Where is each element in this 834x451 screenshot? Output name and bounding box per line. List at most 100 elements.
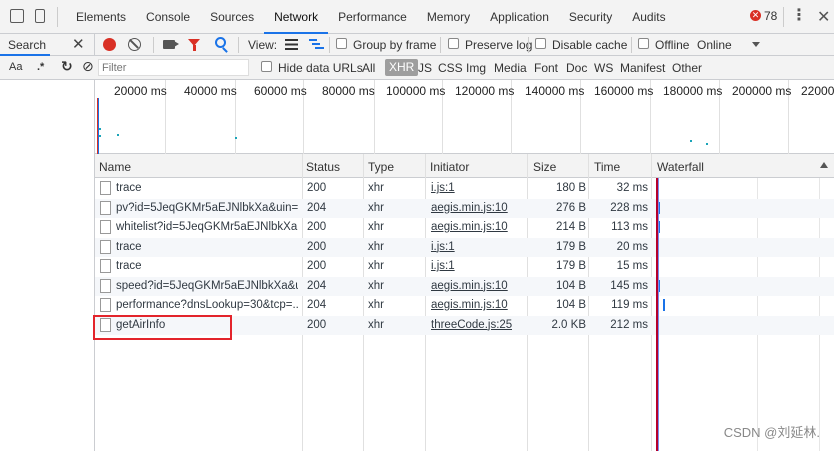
column-header-name[interactable]: Name — [99, 160, 131, 174]
match-case-button[interactable]: Aa — [9, 61, 22, 73]
request-dot — [690, 140, 692, 142]
sort-ascending-icon[interactable] — [820, 162, 828, 168]
disable-cache-checkbox[interactable] — [535, 38, 546, 49]
request-type: xhr — [368, 260, 384, 272]
request-type: xhr — [368, 240, 384, 253]
search-tab[interactable]: Search ✕ — [0, 34, 95, 56]
table-row[interactable]: pv?id=5JeqGKMr5aEJNlbkXa&uin=... 204 xhr… — [95, 198, 834, 218]
file-icon — [100, 200, 111, 215]
more-options-icon[interactable]: ⋮ — [791, 8, 807, 24]
type-filter-css[interactable]: CSS — [438, 61, 463, 75]
type-filter-js[interactable]: JS — [418, 61, 432, 75]
initiator-link[interactable]: i.js:1 — [431, 182, 455, 194]
type-filter-xhr[interactable]: XHR — [385, 59, 419, 76]
file-icon — [100, 278, 111, 293]
search-drawer: Search ✕ Aa .* ↻ ⊘ — [0, 34, 95, 451]
initiator-link[interactable]: aegis.min.js:10 — [431, 280, 508, 292]
table-row[interactable]: speed?id=5JeqGKMr5aEJNlbkXa&u... 204 xhr… — [95, 276, 834, 296]
request-name: trace — [116, 240, 142, 253]
request-status: 200 — [307, 182, 327, 194]
request-dot — [99, 128, 101, 130]
request-dot — [706, 143, 708, 145]
tab-sources[interactable]: Sources — [200, 0, 264, 34]
divider — [153, 37, 154, 53]
tab-memory[interactable]: Memory — [417, 0, 480, 34]
dom-content-loaded-marker — [98, 98, 99, 154]
clear-search-icon[interactable]: ⊘ — [82, 58, 94, 75]
hide-data-urls-checkbox[interactable] — [261, 61, 272, 72]
type-filter-manifest[interactable]: Manifest — [620, 61, 665, 75]
column-header-type[interactable]: Type — [368, 160, 394, 174]
table-header: Name Status Type Initiator Size Time Wat… — [95, 154, 834, 178]
tab-application[interactable]: Application — [480, 0, 559, 34]
request-time: 145 ms — [610, 279, 648, 292]
tab-elements[interactable]: Elements — [66, 0, 136, 34]
regex-button[interactable]: .* — [37, 61, 44, 73]
filter-input[interactable] — [98, 59, 249, 76]
type-filter-doc[interactable]: Doc — [566, 61, 587, 75]
column-header-waterfall[interactable]: Waterfall — [657, 160, 704, 174]
type-filter-ws[interactable]: WS — [594, 61, 613, 75]
tab-performance[interactable]: Performance — [328, 0, 417, 34]
initiator-link[interactable]: i.js:1 — [431, 260, 455, 272]
chevron-down-icon[interactable] — [752, 42, 760, 47]
type-filter-media[interactable]: Media — [494, 61, 527, 75]
preserve-log-checkbox[interactable] — [448, 38, 459, 49]
table-row[interactable]: trace 200 xhr i.js:1 179 B 15 ms — [95, 257, 834, 277]
close-devtools-icon[interactable]: ✕ — [817, 7, 830, 27]
type-filter-img[interactable]: Img — [466, 61, 486, 75]
initiator-link[interactable]: threeCode.js:25 — [431, 319, 512, 331]
column-header-initiator[interactable]: Initiator — [430, 160, 469, 174]
refresh-icon[interactable]: ↻ — [61, 58, 73, 75]
clear-icon[interactable] — [128, 38, 141, 51]
request-time: 212 ms — [610, 318, 648, 331]
request-status: 204 — [307, 201, 327, 214]
request-size: 104 B — [555, 299, 586, 311]
filter-icon[interactable] — [188, 39, 200, 51]
capture-screenshots-icon[interactable] — [163, 40, 179, 49]
initiator-link[interactable]: i.js:1 — [431, 241, 455, 253]
throttling-select[interactable]: Online — [697, 38, 732, 52]
tab-network[interactable]: Network — [264, 0, 329, 34]
request-dot — [117, 134, 119, 136]
divider — [631, 37, 632, 53]
table-row[interactable]: trace 200 xhr i.js:1 179 B 20 ms — [95, 237, 834, 257]
tab-console[interactable]: Console — [136, 0, 200, 34]
dom-content-loaded-line — [658, 178, 659, 451]
error-count[interactable]: 78 — [764, 9, 777, 23]
device-toolbar-icon[interactable] — [35, 9, 45, 23]
devtools-tab-bar: Elements Console Sources Network Perform… — [0, 0, 834, 34]
request-size: 214 B — [555, 221, 586, 233]
hide-data-urls-label: Hide data URLs — [278, 61, 363, 75]
tab-security[interactable]: Security — [559, 0, 622, 34]
inspect-element-icon[interactable] — [10, 9, 24, 23]
initiator-link[interactable]: aegis.min.js:10 — [431, 202, 508, 214]
table-row[interactable]: trace 200 xhr i.js:1 180 B 32 ms — [95, 179, 834, 199]
column-header-time[interactable]: Time — [594, 160, 620, 174]
network-overview[interactable]: 20000 ms 40000 ms 60000 ms 80000 ms 1000… — [95, 80, 834, 154]
overview-icon[interactable] — [309, 39, 324, 50]
requests-table: Name Status Type Initiator Size Time Wat… — [95, 154, 834, 451]
close-icon[interactable]: ✕ — [72, 35, 85, 53]
type-filter-all[interactable]: All — [362, 61, 375, 75]
column-header-status[interactable]: Status — [306, 160, 340, 174]
file-icon — [100, 220, 111, 234]
request-time: 228 ms — [610, 201, 648, 214]
request-type: xhr — [368, 182, 384, 194]
column-header-size[interactable]: Size — [533, 160, 556, 174]
type-filter-other[interactable]: Other — [672, 61, 702, 75]
group-by-frame-checkbox[interactable] — [336, 38, 347, 49]
initiator-link[interactable]: aegis.min.js:10 — [431, 221, 508, 233]
table-row[interactable]: performance?dnsLookup=30&tcp=... 204 xhr… — [95, 296, 834, 316]
error-icon[interactable]: ✕ — [750, 10, 761, 21]
panel-tabs: Elements Console Sources Network Perform… — [66, 0, 676, 34]
large-rows-icon[interactable] — [285, 39, 298, 50]
table-row[interactable]: whitelist?id=5JeqGKMr5aEJNlbkXa... 200 x… — [95, 218, 834, 238]
initiator-link[interactable]: aegis.min.js:10 — [431, 299, 508, 311]
record-icon[interactable] — [103, 38, 116, 51]
offline-checkbox[interactable] — [638, 38, 649, 49]
overview-tick-label: 160000 ms — [594, 84, 654, 98]
search-icon[interactable] — [215, 37, 226, 48]
type-filter-font[interactable]: Font — [534, 61, 558, 75]
tab-audits[interactable]: Audits — [622, 0, 675, 34]
